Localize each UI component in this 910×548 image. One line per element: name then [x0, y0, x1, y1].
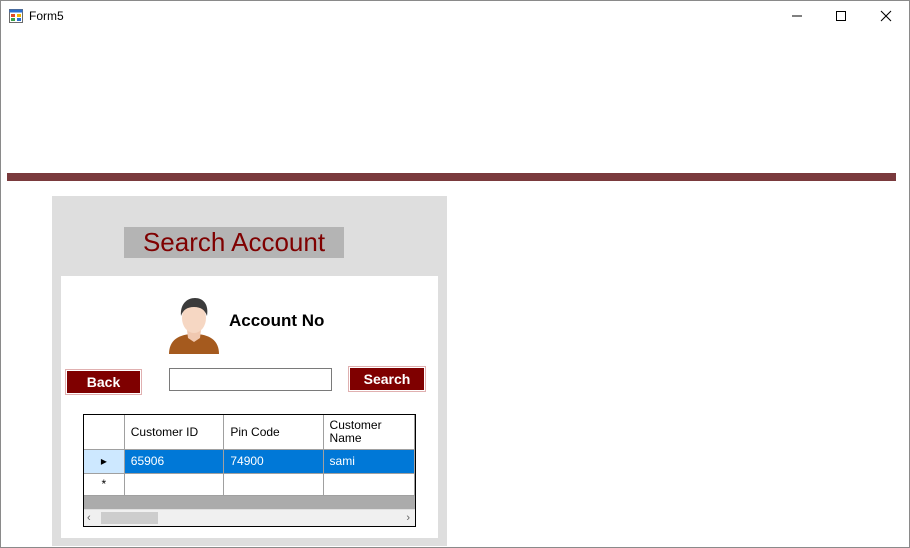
new-row[interactable]: * — [84, 473, 415, 496]
table-row[interactable]: ▸ 65906 74900 sami — [84, 449, 415, 474]
row-header-selected[interactable]: ▸ — [84, 449, 125, 474]
horizontal-scrollbar[interactable]: ‹ › — [84, 509, 415, 526]
maximize-button[interactable] — [818, 1, 864, 31]
column-header-customer-name[interactable]: Customer Name — [323, 415, 415, 450]
title-bar[interactable]: Form5 — [1, 1, 909, 31]
user-avatar-icon — [169, 298, 219, 354]
scroll-thumb[interactable] — [101, 512, 158, 524]
customer-table: Customer ID Pin Code Customer Name ▸ 659… — [84, 415, 415, 496]
new-cell-customer-id[interactable] — [124, 473, 225, 496]
window-title: Form5 — [29, 9, 64, 23]
new-row-asterisk-icon: * — [101, 477, 107, 491]
minimize-icon — [792, 15, 802, 17]
search-account-heading: Search Account — [124, 227, 344, 258]
scroll-left-icon[interactable]: ‹ — [87, 512, 91, 524]
table-header-row: Customer ID Pin Code Customer Name — [84, 415, 415, 450]
cell-pin-code[interactable]: 74900 — [223, 449, 324, 474]
column-header-customer-id[interactable]: Customer ID — [124, 415, 225, 450]
form-app-icon — [9, 9, 23, 23]
account-no-input[interactable] — [169, 368, 332, 391]
new-cell-pin-code[interactable] — [223, 473, 324, 496]
cell-customer-name[interactable]: sami — [323, 449, 415, 474]
cell-customer-id[interactable]: 65906 — [124, 449, 225, 474]
close-icon — [880, 10, 892, 22]
back-button[interactable]: Back — [65, 369, 142, 395]
row-header-new[interactable]: * — [84, 473, 125, 496]
column-header-pin-code[interactable]: Pin Code — [223, 415, 324, 450]
scroll-right-icon[interactable]: › — [406, 512, 410, 524]
account-no-label: Account No — [229, 311, 325, 330]
row-pointer-icon: ▸ — [100, 454, 107, 468]
header-divider-bar — [7, 173, 896, 181]
form-window: Form5 Search Account Account No Back Sea… — [0, 0, 910, 548]
minimize-button[interactable] — [774, 1, 820, 31]
new-cell-customer-name[interactable] — [323, 473, 415, 496]
grid-corner-header[interactable] — [84, 415, 125, 450]
search-button[interactable]: Search — [348, 366, 426, 392]
maximize-icon — [836, 11, 846, 21]
customer-data-grid[interactable]: Customer ID Pin Code Customer Name ▸ 659… — [83, 414, 416, 527]
close-button[interactable] — [863, 1, 909, 31]
